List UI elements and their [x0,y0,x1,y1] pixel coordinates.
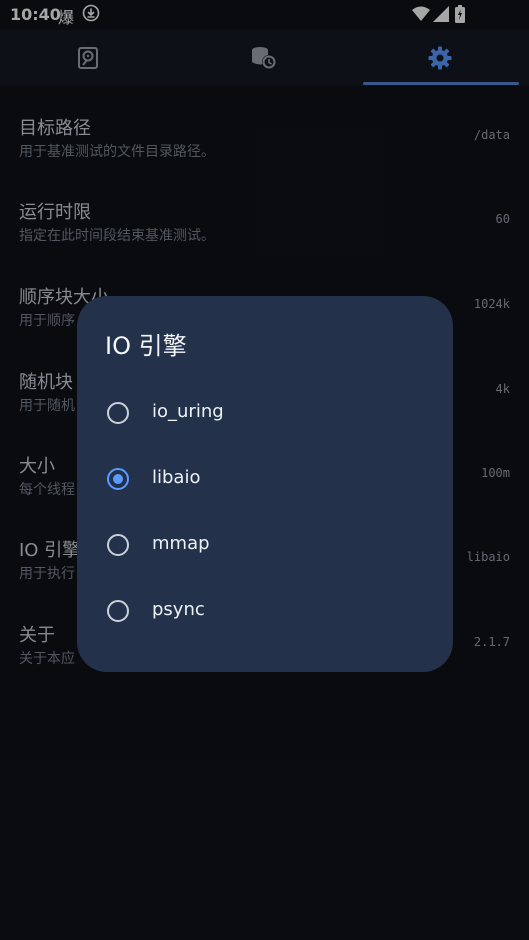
radio-button[interactable] [107,534,129,556]
option-libaio[interactable]: libaio [77,448,453,510]
option-psync[interactable]: psync [77,580,453,642]
radio-button[interactable] [107,600,129,622]
option-mmap[interactable]: mmap [77,514,453,576]
dialog-title: IO 引擎 [105,332,187,360]
io-engine-dialog: IO 引擎 io_uring libaio mmap psync [77,296,453,672]
radio-button[interactable] [107,402,129,424]
radio-button-selected[interactable] [107,468,129,490]
option-io-uring[interactable]: io_uring [77,382,453,444]
option-label: libaio [152,467,201,488]
option-label: io_uring [152,401,224,422]
option-label: mmap [152,533,210,554]
option-label: psync [152,599,205,620]
